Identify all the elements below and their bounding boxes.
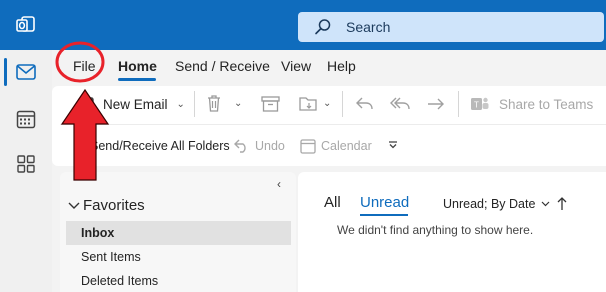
ribbon-divider	[194, 91, 195, 117]
tab-help[interactable]: Help	[327, 58, 356, 74]
mail-icon[interactable]	[10, 56, 42, 88]
tab-send-receive[interactable]: Send / Receive	[175, 58, 270, 74]
search-input[interactable]: Search	[298, 12, 604, 42]
chevron-down-icon[interactable]: ⌄	[234, 98, 242, 109]
sort-label: Unread; By Date	[443, 197, 536, 211]
archive-button[interactable]	[261, 96, 280, 112]
sort-dropdown[interactable]: Unread; By Date	[443, 197, 550, 211]
empty-state-message: We didn't find anything to show here.	[337, 223, 534, 237]
sort-arrow-icon[interactable]	[557, 197, 567, 211]
active-filter-indicator	[360, 214, 408, 216]
chevron-down-icon[interactable]: ⌄	[177, 99, 185, 110]
favorites-header[interactable]: Favorites	[68, 197, 145, 214]
undo-icon	[234, 139, 246, 153]
overflow-icon[interactable]	[388, 140, 398, 150]
move-button[interactable]: ⌄	[299, 95, 331, 112]
tab-home[interactable]: Home	[118, 58, 157, 74]
share-to-teams-button[interactable]: T Share to Teams	[470, 95, 593, 113]
outlook-logo-icon	[16, 16, 35, 32]
forward-icon	[428, 98, 444, 110]
new-email-label: New Email	[103, 96, 168, 112]
svg-text:T: T	[474, 101, 479, 110]
apps-icon[interactable]	[10, 148, 42, 180]
active-tab-indicator	[118, 78, 156, 81]
folder-item-sent[interactable]: Sent Items	[66, 245, 291, 269]
chevron-down-icon[interactable]: ⌄	[323, 98, 331, 109]
share-to-teams-label: Share to Teams	[499, 96, 594, 112]
ribbon-divider	[458, 91, 459, 117]
reply-all-button[interactable]	[390, 96, 412, 112]
ribbon-row-divider	[60, 124, 606, 125]
new-email-icon	[78, 97, 94, 111]
app-rail	[0, 50, 52, 292]
chevron-down-icon	[541, 201, 550, 207]
collapse-pane-icon[interactable]: ‹	[277, 177, 281, 191]
search-icon	[315, 19, 331, 35]
send-receive-all-button[interactable]: Send/Receive All Folders	[90, 139, 230, 153]
calendar-small-icon	[300, 139, 316, 154]
send-receive-all-label: Send/Receive All Folders	[90, 139, 230, 153]
tab-view[interactable]: View	[281, 58, 311, 74]
rail-active-indicator	[4, 58, 7, 86]
calendar-button[interactable]: Calendar	[300, 138, 372, 154]
calendar-label: Calendar	[321, 139, 372, 153]
chevron-down-icon	[68, 202, 80, 209]
search-placeholder: Search	[346, 19, 391, 35]
undo-label: Undo	[255, 138, 285, 153]
reply-all-icon	[390, 97, 410, 110]
reply-icon	[356, 97, 373, 110]
title-bar: Search	[0, 0, 606, 50]
favorites-label: Favorites	[83, 197, 145, 214]
delete-icon	[208, 95, 220, 112]
undo-button[interactable]: Undo	[234, 138, 285, 153]
calendar-icon[interactable]	[10, 103, 42, 135]
filter-tab-all[interactable]: All	[324, 194, 341, 211]
reply-button[interactable]	[355, 96, 375, 112]
folder-item-deleted[interactable]: Deleted Items	[66, 269, 291, 292]
new-email-button[interactable]: New Email ⌄	[78, 95, 185, 113]
filter-tab-unread[interactable]: Unread	[360, 194, 409, 211]
forward-button[interactable]	[426, 96, 446, 112]
tab-file[interactable]: File	[73, 58, 96, 74]
delete-button[interactable]: ⌄	[206, 94, 242, 113]
move-icon	[299, 97, 317, 111]
folder-item-inbox[interactable]: Inbox	[66, 221, 291, 245]
ribbon-divider	[342, 91, 343, 117]
archive-icon	[261, 96, 280, 112]
teams-icon: T	[471, 97, 489, 110]
